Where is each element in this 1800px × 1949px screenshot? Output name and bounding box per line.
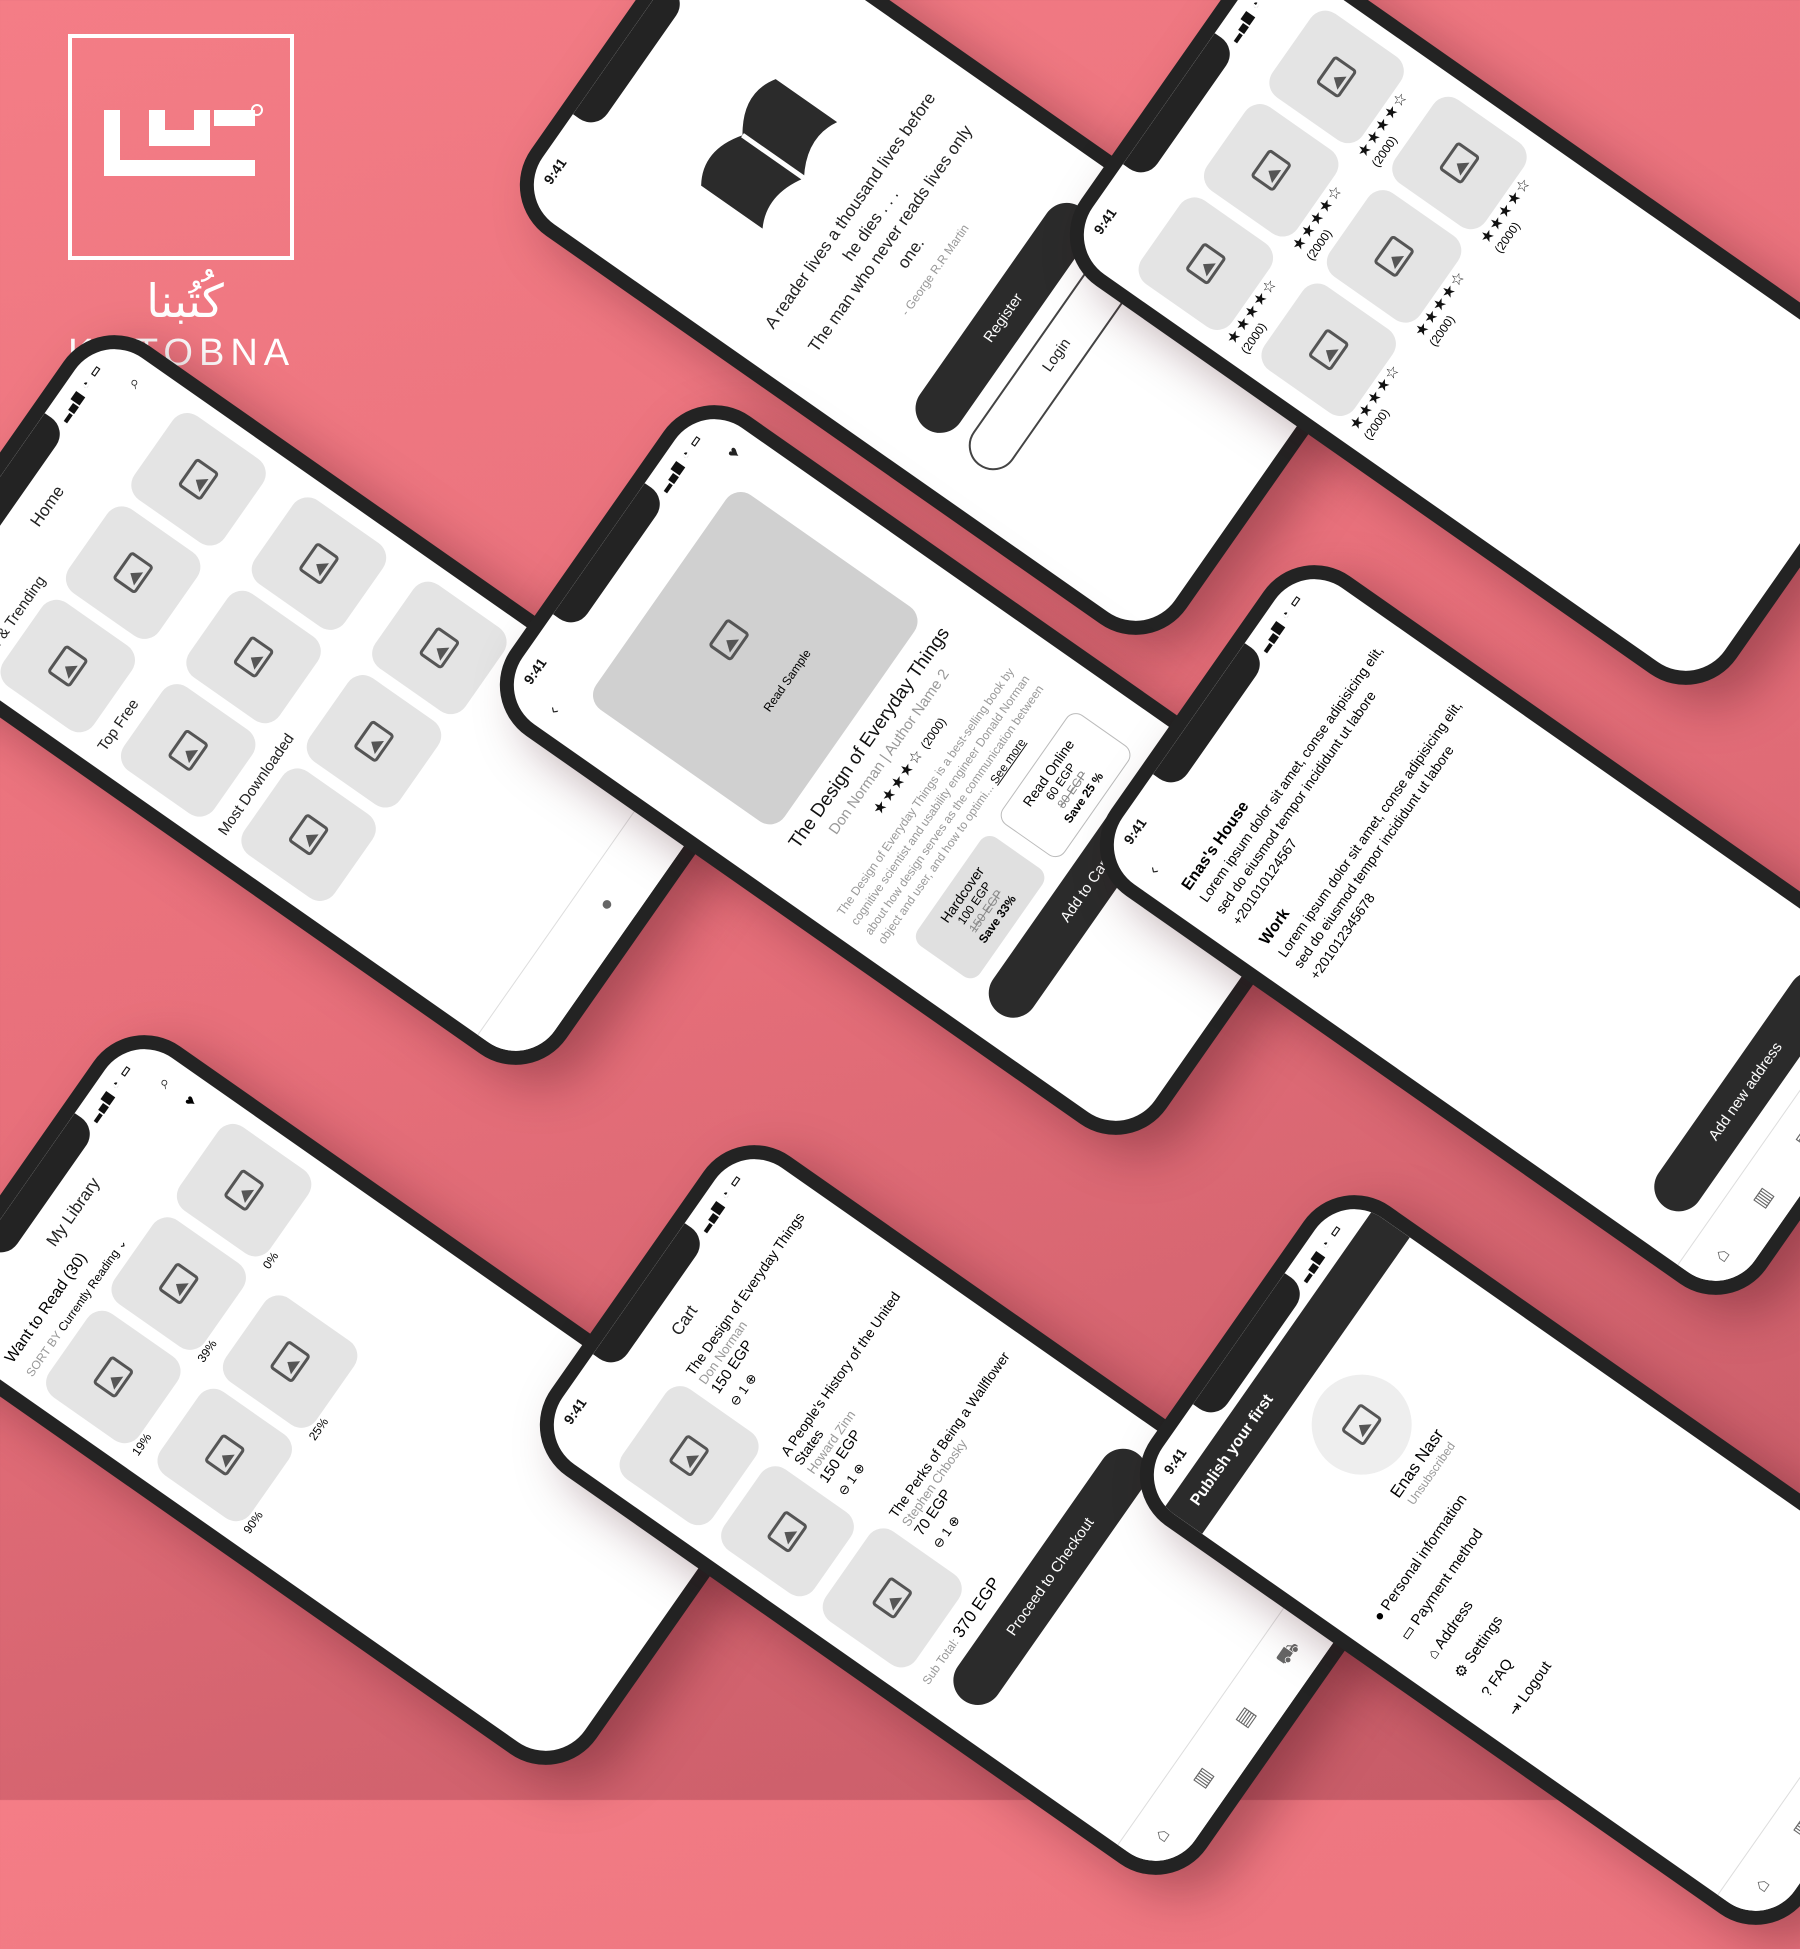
logo-glyph-icon xyxy=(104,104,263,176)
plus-icon[interactable]: ⊕ xyxy=(849,1460,868,1478)
gear-icon: ⚙ xyxy=(1451,1660,1473,1682)
image-placeholder-icon xyxy=(1315,54,1358,99)
status-time: 9:41 xyxy=(1090,205,1120,238)
status-time: 9:41 xyxy=(540,155,570,188)
image-placeholder-icon xyxy=(111,550,155,595)
image-placeholder-icon xyxy=(1438,140,1481,185)
read-sample-link[interactable]: Read Sample xyxy=(761,647,814,715)
image-placeholder-icon xyxy=(222,1168,266,1213)
library-tab-icon[interactable]: ▥ xyxy=(1747,1182,1778,1212)
home-tab-icon[interactable]: ⌂ xyxy=(1749,1873,1775,1896)
brand-arabic: كُتُبنا xyxy=(146,274,224,328)
image-placeholder-icon xyxy=(352,719,396,764)
image-placeholder-icon xyxy=(1184,241,1228,286)
plus-icon[interactable]: ⊕ xyxy=(741,1370,760,1388)
cart-tab-icon[interactable]: ⛟ xyxy=(1272,1636,1307,1671)
image-placeholder-icon xyxy=(707,617,751,662)
image-placeholder-icon xyxy=(871,1575,914,1620)
search-icon[interactable]: ⌕ xyxy=(153,1073,175,1092)
image-placeholder-icon xyxy=(177,457,220,502)
chevron-down-icon[interactable]: ⌄ xyxy=(112,1236,129,1252)
signal-wifi-battery-icon: ▂▄▆ ◔ ▭ xyxy=(1225,0,1276,43)
image-placeholder-icon xyxy=(766,1509,809,1554)
logo-mark xyxy=(68,34,294,260)
image-placeholder-icon xyxy=(46,644,89,689)
search-icon[interactable]: ⌕ xyxy=(123,373,145,392)
home-tab-icon[interactable]: ⌂ xyxy=(1149,1823,1175,1846)
page-title: Cart xyxy=(667,1301,702,1340)
books-tab-icon[interactable]: ▤ xyxy=(1229,1702,1260,1732)
image-placeholder-icon xyxy=(667,1433,711,1478)
heart-add-icon[interactable]: ♥ xyxy=(723,443,745,463)
image-placeholder-icon xyxy=(203,1432,246,1477)
image-placeholder-icon xyxy=(418,625,461,670)
heart-add-icon[interactable]: ♥ xyxy=(181,1093,201,1111)
image-placeholder-icon xyxy=(287,812,330,857)
books-tab-icon[interactable]: ▤ xyxy=(1789,1122,1800,1152)
image-placeholder-icon xyxy=(297,541,341,586)
back-chevron-icon[interactable]: ‹ xyxy=(1144,862,1164,878)
home-tab-icon[interactable]: ⌂ xyxy=(1709,1243,1735,1266)
image-placeholder-icon xyxy=(268,1339,312,1384)
image-placeholder-icon xyxy=(1372,234,1416,279)
rating-count: (2000) xyxy=(917,715,950,752)
library-tab-icon[interactable]: ▥ xyxy=(1787,1812,1800,1842)
image-placeholder-icon xyxy=(157,1261,200,1306)
back-chevron-icon[interactable]: ‹ xyxy=(544,702,564,718)
image-placeholder-icon xyxy=(1340,1402,1383,1447)
image-placeholder-icon xyxy=(166,728,210,773)
image-placeholder-icon xyxy=(1307,327,1350,372)
image-placeholder-icon xyxy=(232,635,275,679)
plus-icon[interactable]: ⊕ xyxy=(944,1513,963,1531)
brand-logo: كُتُبنا KOTOBNA xyxy=(68,34,302,375)
profile-tab-icon[interactable]: ● xyxy=(594,893,620,916)
image-placeholder-icon xyxy=(1249,148,1293,193)
library-tab-icon[interactable]: ▥ xyxy=(1187,1762,1218,1792)
image-placeholder-icon xyxy=(92,1354,135,1399)
